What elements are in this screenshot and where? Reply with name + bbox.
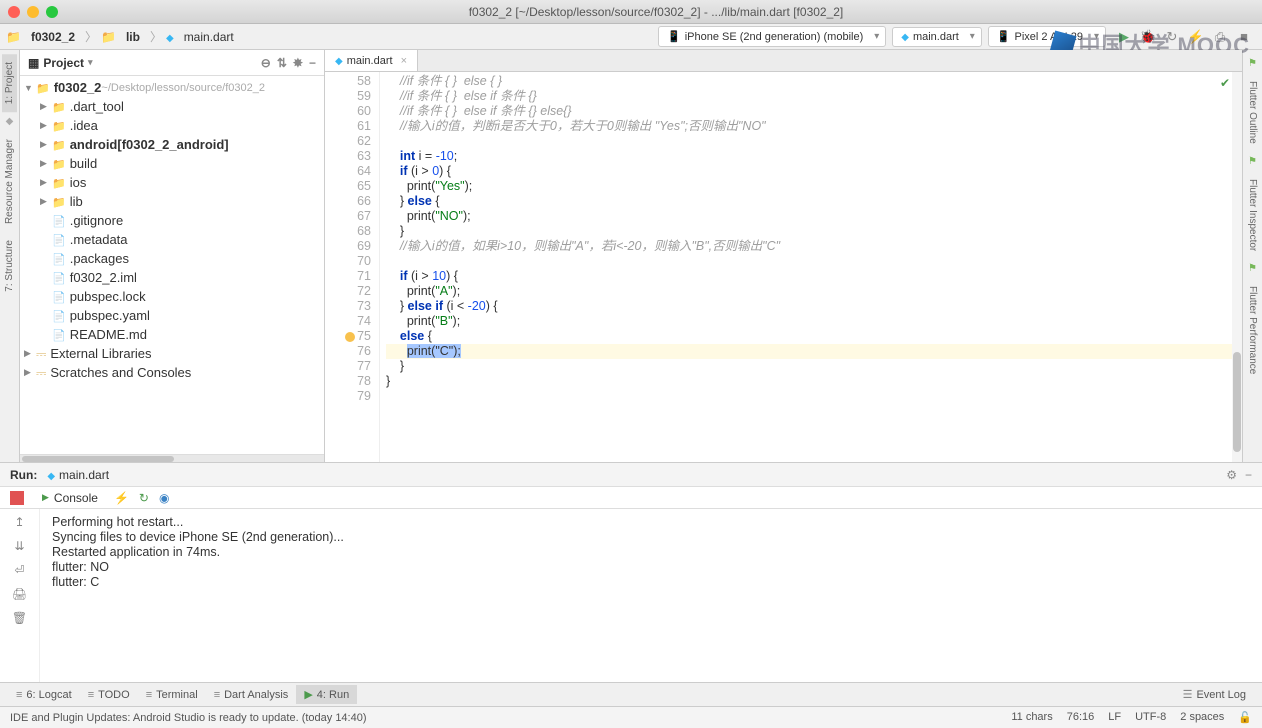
dart-icon <box>335 55 343 67</box>
project-tree[interactable]: ▼f0302_2 ~/Desktop/lesson/source/f0302_2… <box>20 76 324 454</box>
run-panel-label: Run: <box>10 468 37 482</box>
status-info[interactable]: 76:16 <box>1067 711 1095 724</box>
window-close[interactable] <box>8 6 20 18</box>
window-maximize[interactable] <box>46 6 58 18</box>
rerun-icon[interactable]: ↥ <box>14 515 24 529</box>
tree-item[interactable]: .gitignore <box>20 211 324 230</box>
tree-item[interactable]: README.md <box>20 325 324 344</box>
wrap-icon[interactable]: ⏎ <box>14 563 24 577</box>
tree-item[interactable]: ▶.idea <box>20 116 324 135</box>
close-tab-icon[interactable]: × <box>401 55 407 67</box>
bottom-tab[interactable]: ≡6: Logcat <box>8 686 80 704</box>
hot-restart-icon[interactable]: ↻ <box>139 491 149 505</box>
project-tool-tab[interactable]: 1: Project <box>2 54 17 112</box>
lock-icon[interactable]: 🔓 <box>1238 711 1252 724</box>
console-output[interactable]: Performing hot restart...Syncing files t… <box>40 509 1262 682</box>
play-icon: ▶ <box>42 492 49 503</box>
event-log-tab[interactable]: ☰Event Log <box>1175 685 1254 704</box>
hot-reload-icon[interactable]: ⚡ <box>114 491 129 505</box>
tree-root[interactable]: ▼f0302_2 ~/Desktop/lesson/source/f0302_2 <box>20 78 324 97</box>
crumb-folder[interactable]: lib <box>120 28 146 46</box>
status-message: IDE and Plugin Updates: Android Studio i… <box>10 712 367 724</box>
bottom-tab[interactable]: ▶4: Run <box>296 685 357 704</box>
console-tab[interactable]: ▶ Console <box>34 489 106 507</box>
right-tool-stripe: ⚑ Flutter Outline ⚑ Flutter Inspector ⚑ … <box>1242 50 1262 462</box>
resource-manager-tab[interactable]: Resource Manager <box>2 131 17 232</box>
tree-item[interactable]: ▶ios <box>20 173 324 192</box>
window-title: f0302_2 [~/Desktop/lesson/source/f0302_2… <box>58 5 1254 19</box>
bottom-tab[interactable]: ≡Dart Analysis <box>206 686 297 704</box>
phone-icon: 📱 <box>667 30 681 43</box>
crumb-project[interactable]: f0302_2 <box>25 28 81 46</box>
clear-icon[interactable]: 🗑 <box>12 611 27 625</box>
settings-icon[interactable]: ✸ <box>293 56 303 70</box>
folder-icon <box>101 30 116 44</box>
vertical-scrollbar[interactable] <box>1232 72 1242 462</box>
stop-run-button[interactable] <box>10 491 24 505</box>
horizontal-scrollbar[interactable] <box>20 454 324 462</box>
line-gutter[interactable]: 5859606162636465666768697071727374757677… <box>325 72 380 462</box>
tree-item[interactable]: ▶⎓External Libraries <box>20 344 324 363</box>
tree-item[interactable]: ▶android [f0302_2_android] <box>20 135 324 154</box>
run-hide-icon[interactable]: − <box>1245 468 1252 482</box>
scroll-icon[interactable]: ⇊ <box>14 539 24 553</box>
status-info[interactable]: 11 chars <box>1011 711 1052 724</box>
flutter-icon[interactable]: ⚑ <box>1248 156 1257 167</box>
status-info[interactable]: 2 spaces <box>1180 711 1224 724</box>
tree-item[interactable]: ▶lib <box>20 192 324 211</box>
tree-item[interactable]: ▶.dart_tool <box>20 97 324 116</box>
tree-item[interactable]: pubspec.yaml <box>20 306 324 325</box>
analysis-ok-icon: ✔ <box>1220 76 1230 91</box>
run-config-selector[interactable]: main.dart <box>892 27 982 47</box>
bottom-toolbar: ≡6: Logcat≡TODO≡Terminal≡Dart Analysis▶4… <box>0 682 1262 706</box>
dart-icon <box>47 468 55 482</box>
collapse-icon[interactable]: ⊖ <box>261 56 271 70</box>
print-icon[interactable]: 🖨 <box>12 587 27 601</box>
status-info[interactable]: UTF-8 <box>1135 711 1166 724</box>
device-selector[interactable]: 📱 iPhone SE (2nd generation) (mobile) <box>658 26 886 47</box>
hide-icon[interactable]: − <box>309 56 316 70</box>
bottom-tab[interactable]: ≡Terminal <box>138 686 206 704</box>
flutter-inspector-tab[interactable]: Flutter Inspector <box>1245 171 1260 259</box>
dart-icon <box>166 30 174 44</box>
breadcrumb: f0302_2 〉 lib 〉 main.dart <box>6 28 240 46</box>
structure-tab[interactable]: 7: Structure <box>2 232 17 300</box>
crumb-file[interactable]: main.dart <box>178 28 240 46</box>
flutter-outline-tab[interactable]: Flutter Outline <box>1245 73 1260 152</box>
code-editor[interactable]: ✔ //if 条件 { } else { } //if 条件 { } else … <box>380 72 1242 462</box>
bottom-tab[interactable]: ≡TODO <box>80 686 138 704</box>
run-settings-icon[interactable]: ⚙ <box>1226 468 1237 482</box>
folder-icon <box>6 30 21 44</box>
status-right: 11 chars 76:16 LF UTF-8 2 spaces 🔓 <box>1011 711 1252 724</box>
flutter-icon[interactable]: ⚑ <box>1248 263 1257 274</box>
open-devtools-icon[interactable]: ◉ <box>159 491 169 505</box>
status-info[interactable]: LF <box>1108 711 1121 724</box>
tree-item[interactable]: pubspec.lock <box>20 287 324 306</box>
expand-icon[interactable]: ⇅ <box>277 56 287 70</box>
window-minimize[interactable] <box>27 6 39 18</box>
phone-icon: 📱 <box>997 30 1011 43</box>
project-panel-title: ▦Project ▾ <box>28 56 261 70</box>
resource-icon[interactable]: ◆ <box>6 116 14 127</box>
tree-item[interactable]: .packages <box>20 249 324 268</box>
left-tool-stripe: 1: Project ◆ Resource Manager 7: Structu… <box>0 50 20 462</box>
tree-item[interactable]: f0302_2.iml <box>20 268 324 287</box>
run-panel-config: main.dart <box>47 468 109 482</box>
dart-icon <box>901 31 909 43</box>
editor-tab-main[interactable]: main.dart × <box>325 50 418 71</box>
tree-item[interactable]: ▶⎓Scratches and Consoles <box>20 363 324 382</box>
tree-item[interactable]: ▶build <box>20 154 324 173</box>
flutter-performance-tab[interactable]: Flutter Performance <box>1245 278 1260 382</box>
tree-item[interactable]: .metadata <box>20 230 324 249</box>
